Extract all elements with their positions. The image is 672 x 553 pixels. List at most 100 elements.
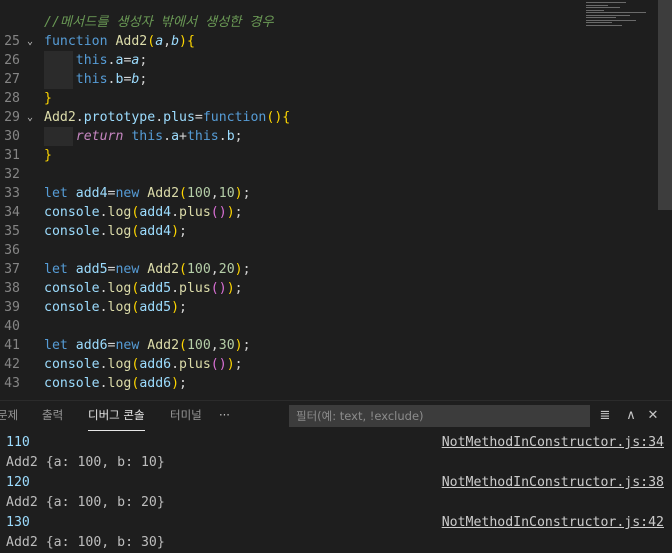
code-token: . [163, 129, 172, 144]
bottom-panel: 문제 출력 디버그 콘솔 터미널 ··· ≣ ∧ ✕ 110 NotMethodI… [0, 400, 672, 553]
code-token: ) [234, 262, 243, 277]
code-token: add4 [139, 224, 172, 239]
tab-terminal[interactable]: 터미널 [170, 401, 202, 431]
close-panel-icon[interactable]: ✕ [644, 406, 662, 426]
code-line[interactable]: 31} [0, 146, 672, 165]
console-object[interactable]: Add2 {a: 100, b: 30} [6, 533, 165, 553]
fold-chevron-icon[interactable]: ⌄ [27, 32, 37, 51]
code-line[interactable]: 27 this.b=b; [0, 70, 672, 89]
code-token: let [44, 338, 76, 353]
close-icon: ✕ [647, 408, 659, 423]
line-number: 42 [4, 357, 20, 372]
code-line[interactable]: 42 console.log(add6.plus()); [0, 355, 672, 374]
code-line[interactable]: 36 [0, 241, 672, 260]
code-token: console [44, 281, 100, 296]
code-token: plus [179, 205, 211, 220]
line-number: 41 [4, 338, 20, 353]
code-editor[interactable]: //메서드를 생성자 밖에서 생성한 경우 25 ⌄ function Add2(a,… [0, 0, 672, 400]
code-token: this [123, 129, 164, 144]
code-line[interactable]: 28} [0, 89, 672, 108]
code-token: () [266, 110, 283, 125]
code-line[interactable]: 32 [0, 165, 672, 184]
tab-debug-console-label: 디버그 콘솔 [88, 408, 145, 422]
code-token: log [107, 300, 132, 315]
tab-debug-console[interactable]: 디버그 콘솔 [88, 401, 145, 431]
code-token: ) [234, 338, 243, 353]
code-token: log [107, 281, 132, 296]
code-line[interactable]: //메서드를 생성자 밖에서 생성한 경우 [0, 13, 672, 32]
code-token: function [202, 110, 267, 125]
code-line[interactable]: 29 ⌄ Add2.prototype.plus=function(){ [0, 108, 672, 127]
clear-filter-icon[interactable]: ≣ [596, 406, 614, 426]
code-token: . [75, 110, 84, 125]
code-line[interactable]: 33 let add4=new Add2(100,10); [0, 184, 672, 203]
console-object[interactable]: Add2 {a: 100, b: 10} [6, 453, 165, 473]
code-token: ; [234, 205, 243, 220]
minimap-line [586, 19, 636, 21]
code-line[interactable]: 35 console.log(add4); [0, 222, 672, 241]
code-token: ) [226, 205, 235, 220]
code-token: } [44, 91, 52, 106]
code-token: , [210, 262, 219, 277]
minimap-line [586, 24, 622, 26]
console-row: Add2 {a: 100, b: 10} [0, 453, 672, 473]
line-number: 34 [4, 205, 20, 220]
code-line[interactable]: 25 ⌄ function Add2(a,b){ [0, 32, 672, 51]
code-line[interactable]: 30 return this.a+this.b; [0, 127, 672, 146]
fold-chevron-icon[interactable]: ⌄ [27, 108, 37, 127]
source-link[interactable]: NotMethodInConstructor.js:38 [442, 473, 664, 493]
code-token: } [44, 148, 52, 163]
code-token: { [187, 34, 195, 49]
code-token: let [44, 262, 76, 277]
code-line[interactable]: 26 this.a=a; [0, 51, 672, 70]
console-row: Add2 {a: 100, b: 20} [0, 493, 672, 513]
code-token: ; [242, 262, 251, 277]
code-line[interactable]: 40 [0, 317, 672, 336]
console-filter-input[interactable] [289, 405, 590, 427]
source-link[interactable]: NotMethodInConstructor.js:34 [442, 433, 664, 453]
console-value: 110 [6, 435, 30, 450]
code-token: add6 [139, 357, 172, 372]
source-link[interactable]: NotMethodInConstructor.js:42 [442, 513, 664, 533]
debug-console-output[interactable]: 110 NotMethodInConstructor.js:34 Add2 {a: … [0, 433, 672, 553]
code-token: ; [179, 376, 187, 391]
code-line[interactable]: 39 console.log(add5); [0, 298, 672, 317]
code-token: log [107, 205, 132, 220]
code-line[interactable]: 38 console.log(add5.plus()); [0, 279, 672, 298]
minimap[interactable] [578, 0, 658, 30]
code-token: . [171, 357, 180, 372]
code-token: function [44, 34, 116, 49]
code-line[interactable]: 37 let add5=new Add2(100,20); [0, 260, 672, 279]
code-line[interactable]: 43 console.log(add6); [0, 374, 672, 393]
more-actions-icon[interactable]: ··· [219, 401, 230, 431]
code-token: = [194, 110, 203, 125]
editor-scrollbar[interactable] [658, 0, 672, 210]
tab-output-label: 출력 [42, 408, 64, 422]
code-token: plus [179, 281, 211, 296]
line-number: 28 [4, 91, 20, 106]
code-token: add6 [139, 376, 172, 391]
tab-output[interactable]: 출력 [42, 401, 63, 431]
line-number: 27 [4, 72, 20, 87]
code-text: console.log(add4.plus()); [44, 203, 243, 222]
code-token: ; [139, 72, 148, 87]
code-line[interactable]: 41 let add6=new Add2(100,30); [0, 336, 672, 355]
minimap-line [586, 4, 608, 6]
line-number: 33 [4, 186, 20, 201]
minimap-line [586, 9, 604, 11]
code-token: ; [242, 338, 251, 353]
code-token: add5 [139, 300, 172, 315]
code-token: ; [234, 281, 243, 296]
clear-filter-glyph: ≣ [599, 408, 611, 423]
tab-problems[interactable]: 문제 [0, 401, 18, 431]
maximize-panel-icon[interactable]: ∧ [622, 406, 640, 426]
code-text: } [44, 89, 52, 108]
code-token: return [44, 129, 124, 144]
console-row: 110 NotMethodInConstructor.js:34 [0, 433, 672, 453]
code-token: . [99, 205, 108, 220]
code-token: Add2 [44, 110, 76, 125]
code-line[interactable]: 34 console.log(add4.plus()); [0, 203, 672, 222]
code-token: this [44, 53, 108, 68]
code-token: new [115, 338, 148, 353]
console-object[interactable]: Add2 {a: 100, b: 20} [6, 493, 165, 513]
